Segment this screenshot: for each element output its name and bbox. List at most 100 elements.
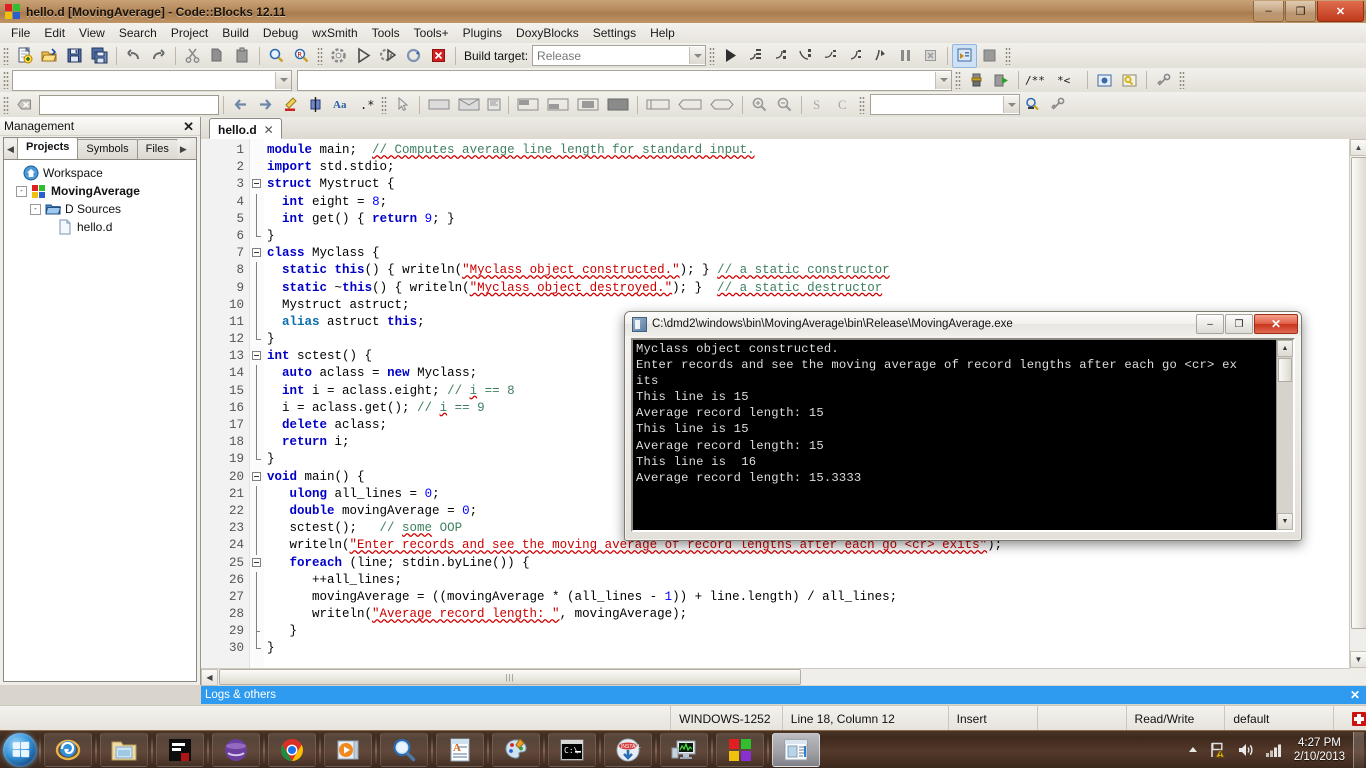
tab-scroll-right-icon[interactable]: ▶: [176, 140, 190, 159]
fold-marker[interactable]: [250, 588, 264, 607]
rebuild-icon[interactable]: [401, 44, 426, 68]
close-icon[interactable]: ✕: [264, 123, 274, 137]
console-scrollbar[interactable]: ▲ ▼: [1276, 340, 1293, 530]
code-line[interactable]: writeln("Average record length: ", movin…: [267, 606, 1349, 623]
align-right-icon[interactable]: [543, 93, 573, 117]
align-center-icon[interactable]: [573, 93, 603, 117]
toolbar-grip[interactable]: [317, 46, 323, 65]
select-icon[interactable]: [303, 93, 328, 117]
zoom-in-icon[interactable]: [747, 93, 772, 117]
close-button[interactable]: ✕: [1317, 1, 1364, 22]
symbol-search-select[interactable]: [870, 94, 1020, 115]
abort-icon[interactable]: [426, 44, 451, 68]
code-folding-column[interactable]: [250, 139, 264, 668]
toolbar-grip[interactable]: [1179, 71, 1185, 89]
code-line[interactable]: static ~this() { writeln("Myclass object…: [267, 280, 1349, 297]
editor-tab-hello-d[interactable]: hello.d ✕: [209, 118, 282, 139]
signal-bars-icon[interactable]: [1265, 742, 1283, 758]
menu-doxyblocks[interactable]: DoxyBlocks: [509, 24, 586, 42]
taskbar-internet-explorer[interactable]: [44, 733, 92, 767]
fold-marker[interactable]: [250, 502, 264, 521]
menu-search[interactable]: Search: [112, 24, 164, 42]
fold-marker[interactable]: [250, 606, 264, 624]
highlight-icon[interactable]: [278, 93, 303, 117]
code-line[interactable]: import std.stdio;: [267, 159, 1349, 176]
console-window[interactable]: C:\dmd2\windows\bin\MovingAverage\bin\Re…: [624, 311, 1302, 541]
taskbar-windows-explorer[interactable]: [100, 733, 148, 767]
scroll-left-icon[interactable]: ◀: [201, 668, 218, 686]
scroll-down-icon[interactable]: ▼: [1350, 651, 1366, 668]
step-out-icon[interactable]: [793, 44, 818, 68]
scroll-thumb-vertical[interactable]: [1351, 157, 1366, 629]
debugging-windows-icon[interactable]: [952, 43, 978, 68]
fold-marker[interactable]: [250, 245, 264, 262]
doxyblocks-comment-icon[interactable]: /**: [1023, 68, 1055, 92]
redo-icon[interactable]: [146, 44, 171, 68]
code-line[interactable]: }: [267, 228, 1349, 245]
fold-marker[interactable]: [250, 193, 264, 211]
taskbar-codeblocks[interactable]: [716, 733, 764, 767]
fold-marker[interactable]: [250, 520, 264, 538]
various-info-icon[interactable]: [977, 44, 1002, 68]
function-select[interactable]: [297, 69, 952, 91]
fold-marker[interactable]: [250, 210, 264, 228]
build-and-run-icon[interactable]: [376, 44, 401, 68]
clear-icon[interactable]: [12, 93, 37, 117]
taskbar-clock[interactable]: 4:27 PM 2/10/2013: [1294, 736, 1345, 764]
tab-scroll-left-icon[interactable]: ◀: [4, 140, 17, 159]
find-icon[interactable]: [264, 44, 289, 68]
code-line[interactable]: static this() { writeln("Myclass object …: [267, 262, 1349, 279]
toolbar-grip[interactable]: [3, 95, 9, 114]
code-line[interactable]: struct Mystruct {: [267, 176, 1349, 193]
doxyblocks-run-icon[interactable]: [989, 68, 1014, 92]
close-icon[interactable]: ✕: [183, 120, 194, 133]
menu-tools[interactable]: Tools: [365, 24, 407, 42]
fold-marker[interactable]: [250, 313, 264, 332]
fold-marker[interactable]: [250, 485, 264, 503]
fold-marker[interactable]: [250, 417, 264, 435]
logs-panel-header[interactable]: Logs & others ✕: [201, 686, 1366, 704]
editor-vertical-scrollbar[interactable]: ▲ ▼: [1349, 139, 1366, 668]
fold-marker[interactable]: [250, 434, 264, 452]
taskbar-chrome[interactable]: [268, 733, 316, 767]
tab-files[interactable]: Files: [136, 139, 178, 159]
toolbar-grip[interactable]: [709, 46, 716, 65]
code-line[interactable]: }: [267, 640, 1349, 657]
scroll-up-icon[interactable]: ▲: [1350, 139, 1366, 156]
debug-continue-icon[interactable]: [718, 44, 743, 68]
taskbar-wordpad[interactable]: A: [436, 733, 484, 767]
code-line[interactable]: class Myclass {: [267, 245, 1349, 262]
chevron-down-icon[interactable]: [935, 71, 951, 89]
code-line[interactable]: ++all_lines;: [267, 572, 1349, 589]
close-icon[interactable]: ✕: [1350, 688, 1360, 702]
fold-marker[interactable]: [250, 227, 264, 245]
break-debugger-icon[interactable]: [893, 44, 918, 68]
fold-marker[interactable]: [250, 469, 264, 486]
taskbar-monitor[interactable]: [660, 733, 708, 767]
taskbar-eclipse[interactable]: [212, 733, 260, 767]
tree-item-project[interactable]: - MovingAverage: [8, 182, 196, 200]
console-close-button[interactable]: ✕: [1254, 314, 1298, 334]
start-button[interactable]: [3, 733, 37, 767]
fold-marker[interactable]: [250, 331, 264, 348]
taskbar-paint[interactable]: [492, 733, 540, 767]
volume-icon[interactable]: [1237, 742, 1255, 758]
doxyblocks-preview-icon[interactable]: [1092, 68, 1117, 92]
step-into-icon[interactable]: [768, 44, 793, 68]
code-line[interactable]: int get() { return 9; }: [267, 211, 1349, 228]
console-minimize-button[interactable]: –: [1196, 314, 1224, 334]
tree-item-workspace[interactable]: Workspace: [8, 164, 196, 182]
new-file-icon[interactable]: [12, 44, 37, 68]
undo-icon[interactable]: [121, 44, 146, 68]
doxyblocks-extract-icon[interactable]: [964, 68, 989, 92]
console-restore-button[interactable]: ❐: [1225, 314, 1253, 334]
collapse-toggle-icon[interactable]: -: [30, 203, 41, 215]
chevron-down-icon[interactable]: [275, 71, 291, 89]
open-file-icon[interactable]: [37, 44, 62, 68]
menu-build[interactable]: Build: [215, 24, 256, 42]
save-icon[interactable]: [62, 44, 87, 68]
code-line[interactable]: int eight = 8;: [267, 194, 1349, 211]
save-all-icon[interactable]: [87, 44, 112, 68]
chevron-down-icon[interactable]: [1003, 96, 1019, 113]
zoom-out-icon[interactable]: [772, 93, 797, 117]
